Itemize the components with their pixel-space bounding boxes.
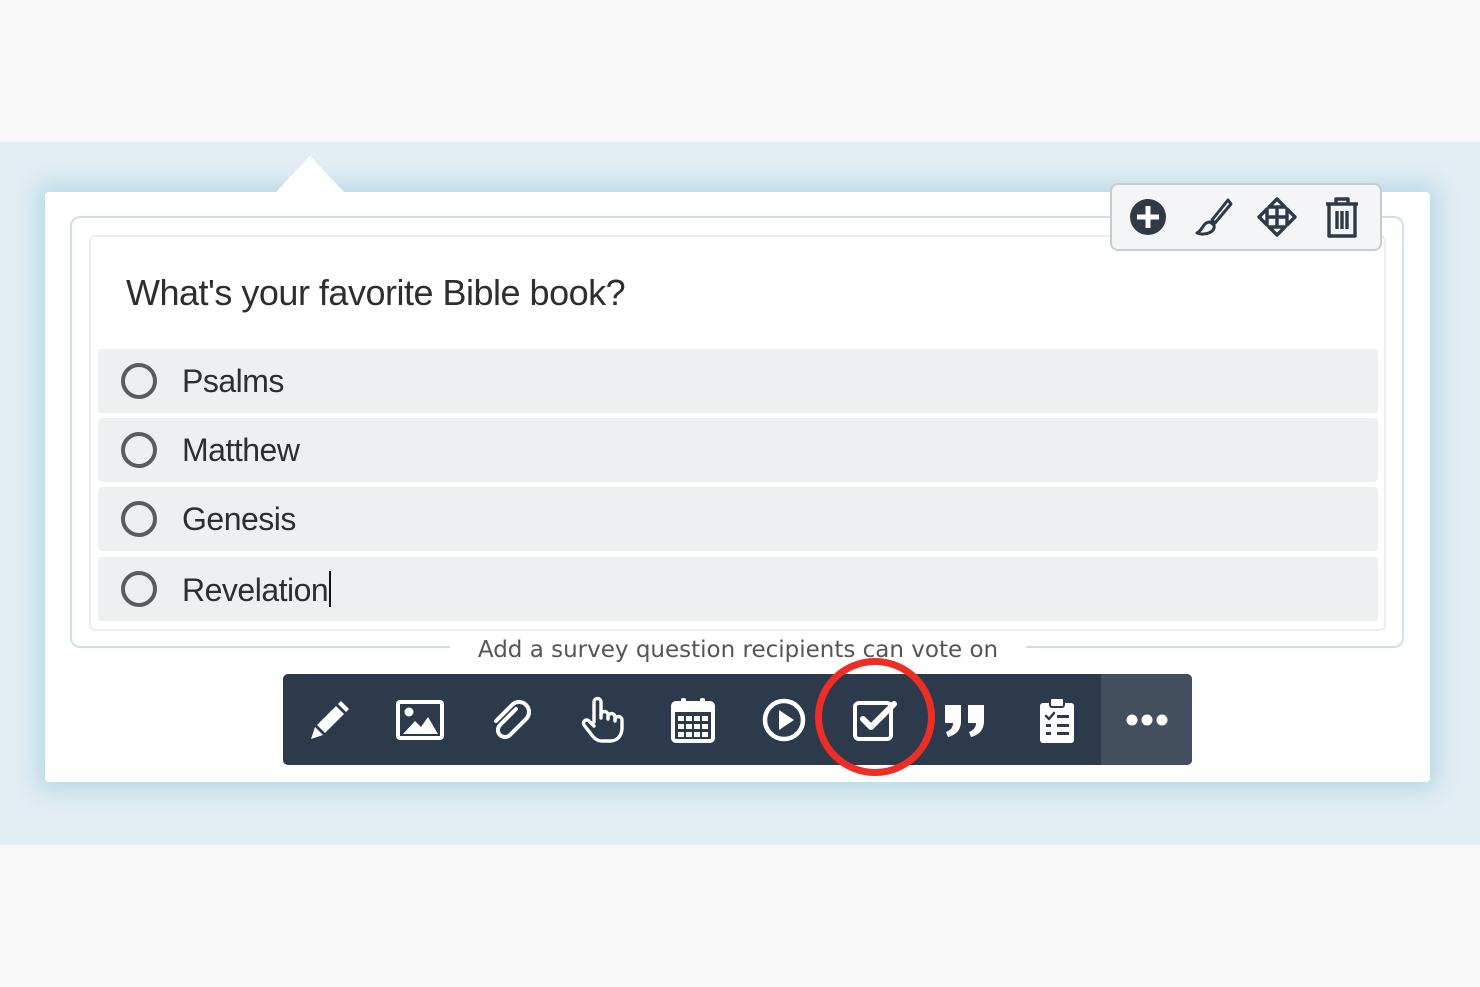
survey-option-label[interactable]: Psalms xyxy=(182,363,284,400)
checkbox-icon[interactable] xyxy=(829,674,920,765)
survey-option-text: Revelation xyxy=(182,572,329,608)
toolbar-tooltip: Add a survey question recipients can vot… xyxy=(450,632,1026,668)
survey-question[interactable]: What's your favorite Bible book? xyxy=(126,272,626,314)
clipboard-checklist-icon[interactable] xyxy=(1011,674,1102,765)
survey-option-label[interactable]: Genesis xyxy=(182,501,296,538)
survey-option[interactable]: Revelation xyxy=(98,557,1378,621)
pencil-icon[interactable] xyxy=(283,674,374,765)
paperclip-icon[interactable] xyxy=(465,674,556,765)
radio-button[interactable] xyxy=(121,432,157,468)
survey-option[interactable]: Psalms xyxy=(98,349,1378,413)
radio-button[interactable] xyxy=(121,571,157,607)
survey-option[interactable]: Genesis xyxy=(98,487,1378,551)
pointing-hand-icon[interactable] xyxy=(556,674,647,765)
play-circle-icon[interactable] xyxy=(738,674,829,765)
calendar-icon[interactable] xyxy=(647,674,738,765)
survey-option[interactable]: Matthew xyxy=(98,418,1378,482)
add-circle-icon[interactable] xyxy=(1126,195,1170,239)
insert-toolbar xyxy=(283,674,1192,765)
paintbrush-icon[interactable] xyxy=(1191,195,1235,239)
quote-icon[interactable] xyxy=(920,674,1011,765)
survey-option-label[interactable]: Revelation xyxy=(182,571,332,609)
card-pointer-notch xyxy=(276,156,344,192)
editor-canvas: What's your favorite Bible book? Psalms … xyxy=(0,142,1480,845)
text-cursor xyxy=(329,571,332,607)
image-icon[interactable] xyxy=(374,674,465,765)
move-arrows-icon[interactable] xyxy=(1255,195,1299,239)
block-actions-bar xyxy=(1110,183,1382,251)
radio-button[interactable] xyxy=(121,363,157,399)
trash-icon[interactable] xyxy=(1320,195,1364,239)
more-dots-icon[interactable] xyxy=(1101,674,1192,765)
survey-option-label[interactable]: Matthew xyxy=(182,432,300,469)
radio-button[interactable] xyxy=(121,501,157,537)
